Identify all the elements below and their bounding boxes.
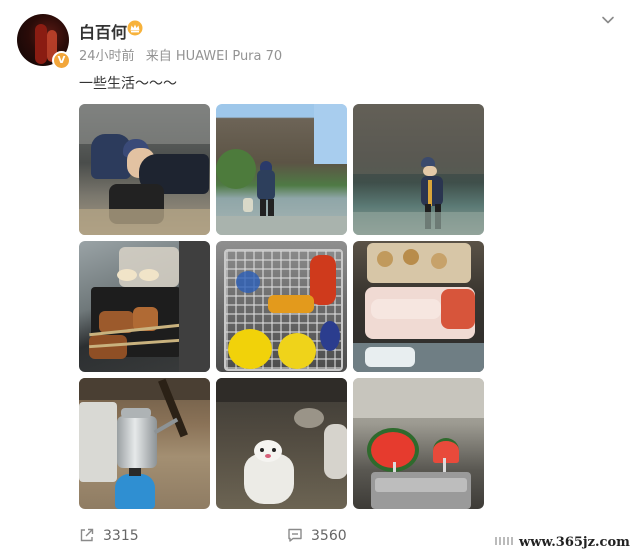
photo-beach-walk[interactable] [216, 104, 347, 235]
photo-grill-basket[interactable] [216, 241, 347, 372]
photo-seafood-platter[interactable] [353, 241, 484, 372]
photo-cliff-person[interactable] [353, 104, 484, 235]
photo-grill-skewers[interactable] [79, 241, 210, 372]
chevron-down-icon[interactable] [601, 13, 615, 27]
post-meta: 24小时前 来自 HUAWEI Pura 70 [79, 45, 289, 64]
site-watermark: www.365jz.com [495, 529, 636, 556]
comment-count: 3560 [311, 528, 347, 544]
post-text: 一些生活～～～ [79, 76, 177, 92]
watermark-text: www.365jz.com [519, 535, 630, 550]
post-source: 来自 HUAWEI Pura 70 [145, 49, 283, 64]
verified-badge-icon: V [52, 51, 71, 70]
comment-button[interactable]: 3560 [287, 527, 347, 544]
share-count: 3315 [103, 528, 139, 544]
photo-watermelon[interactable] [353, 378, 484, 509]
share-icon [80, 528, 94, 542]
watermark-dots [495, 537, 515, 545]
photo-sand-figure[interactable] [216, 378, 347, 509]
photo-kettle-stove[interactable] [79, 378, 210, 509]
crown-icon[interactable] [127, 20, 143, 36]
photo-grid [79, 104, 484, 509]
comment-icon [288, 528, 302, 542]
post-time[interactable]: 24小时前 [79, 49, 135, 64]
photo-cliff-digging[interactable] [79, 104, 210, 235]
username[interactable]: 白百何 [79, 19, 127, 43]
avatar-figure [35, 24, 47, 64]
share-button[interactable]: 3315 [79, 527, 139, 544]
